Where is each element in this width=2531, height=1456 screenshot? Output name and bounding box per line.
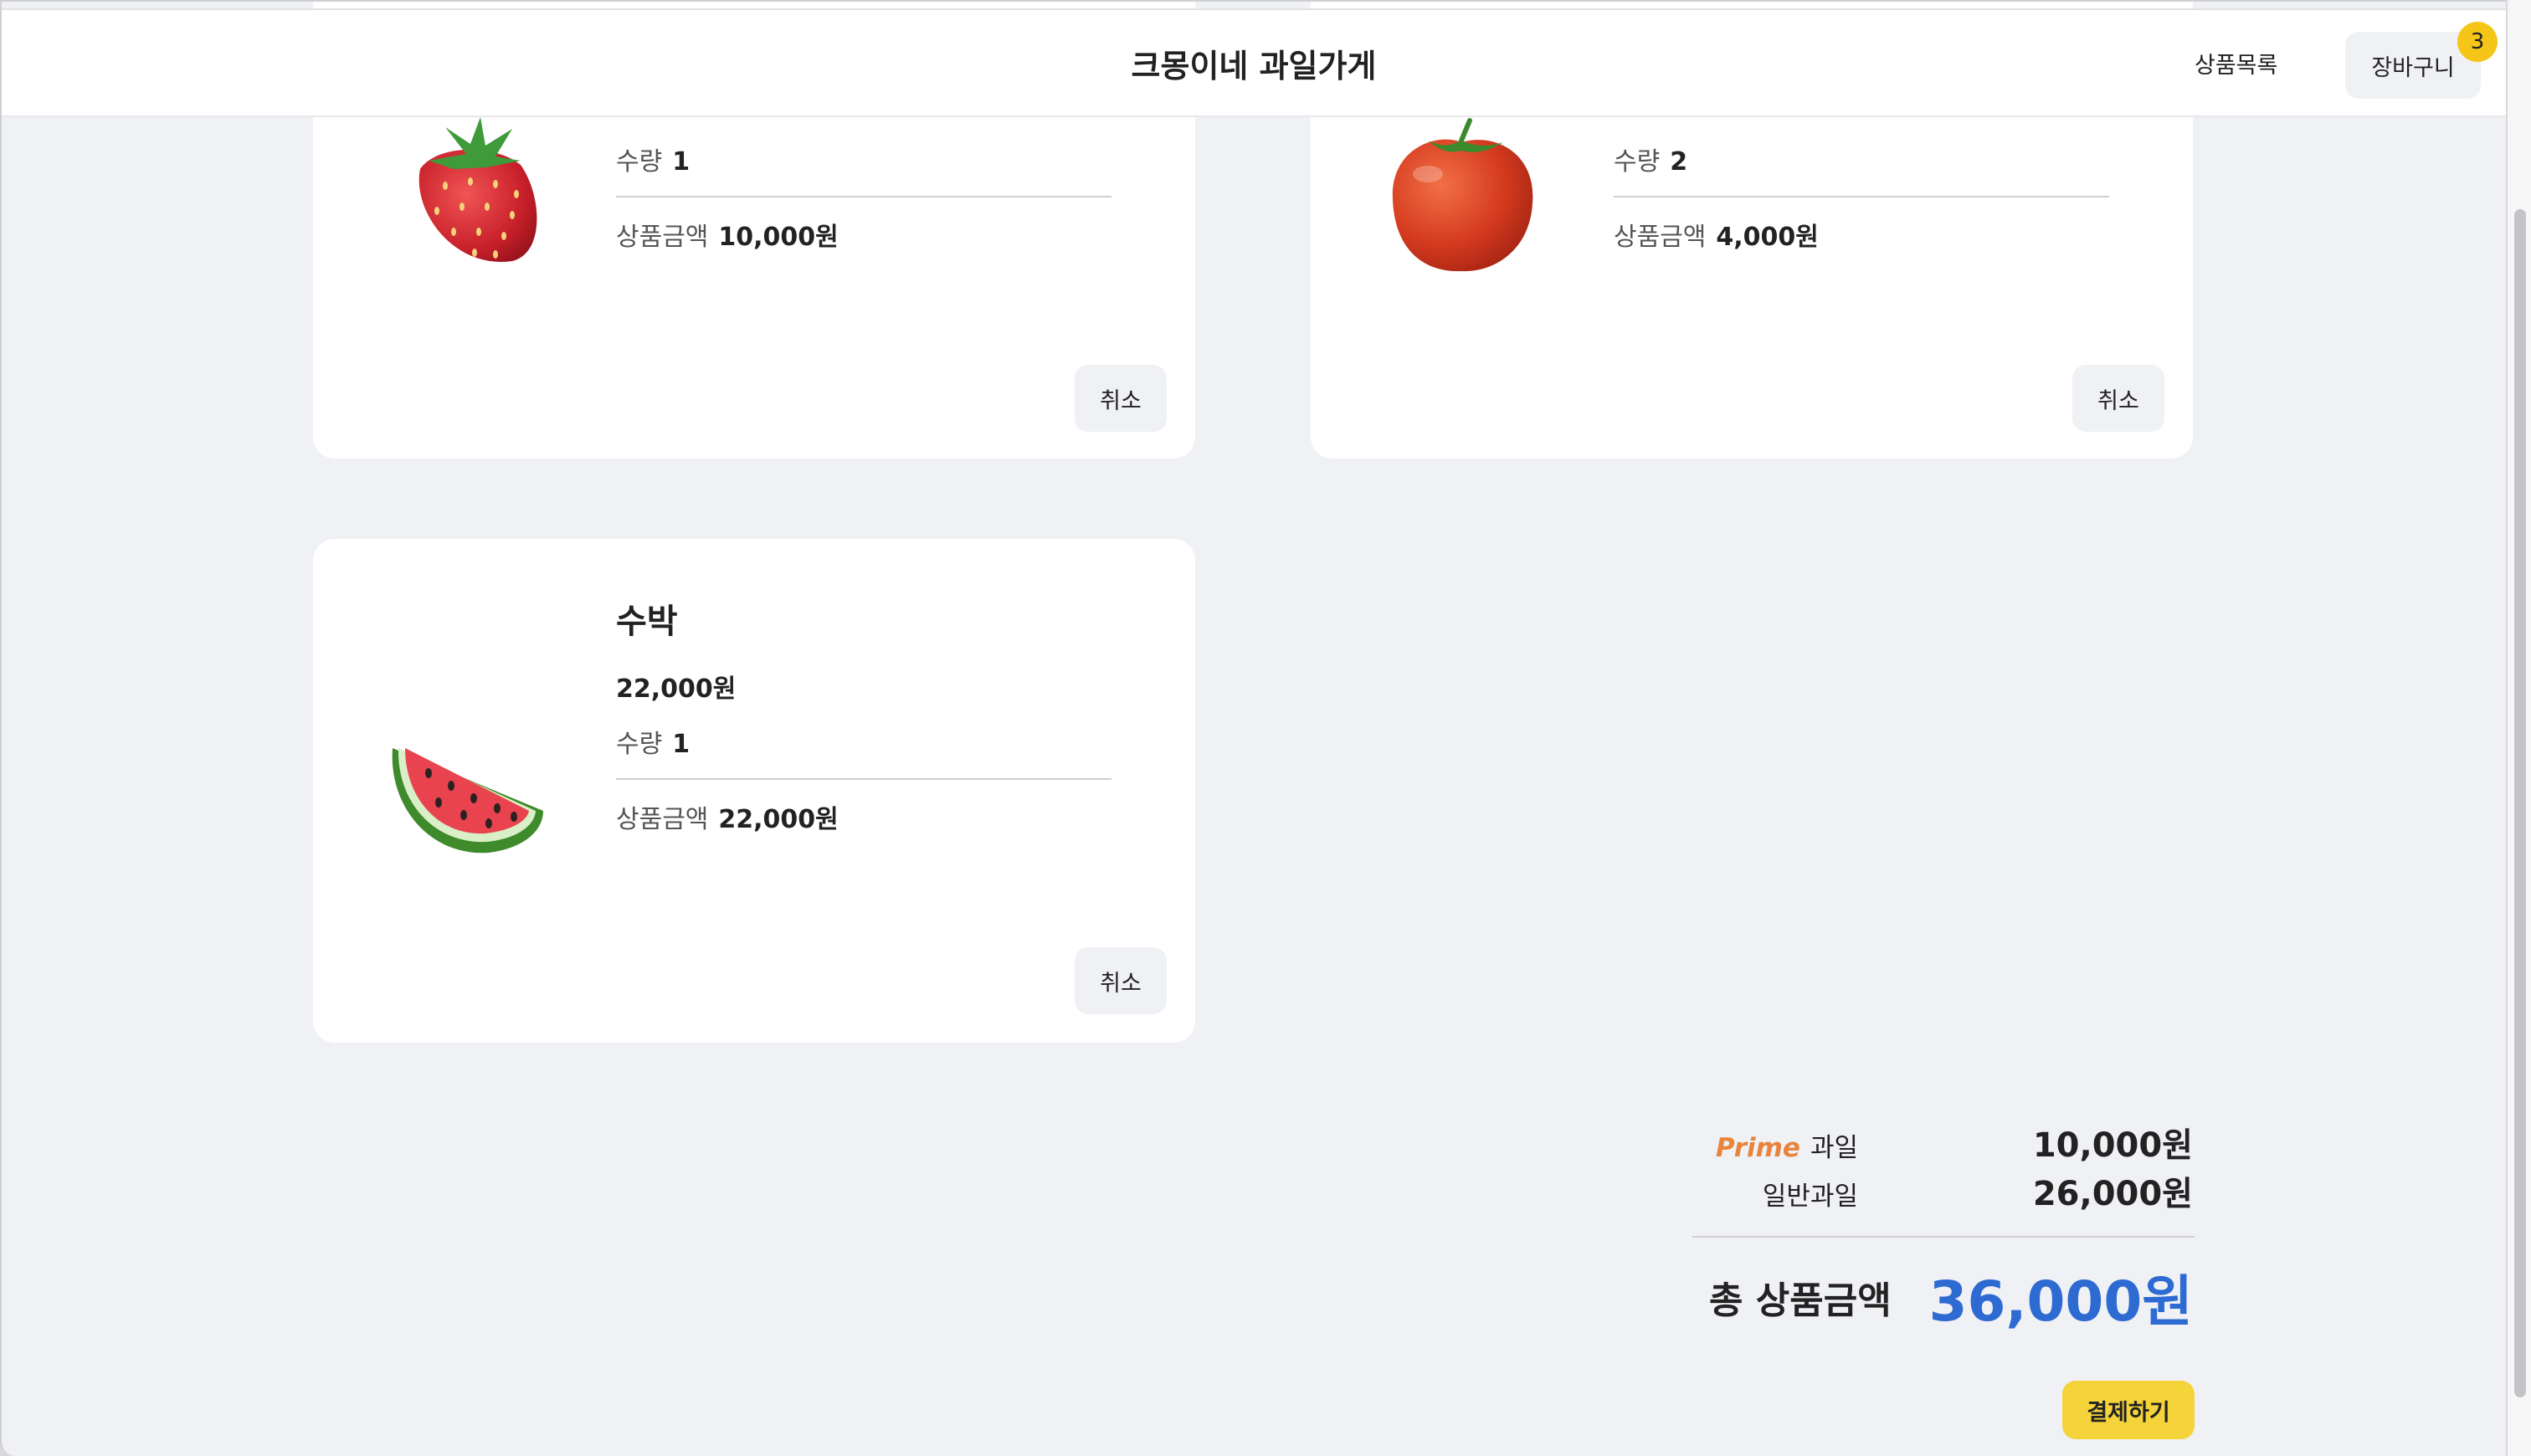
summary-divider — [1692, 1236, 2195, 1238]
strawberry-image — [418, 117, 537, 262]
watermelon-image — [392, 748, 543, 854]
cart-item-card: 수박 22,000원 수량 1 상품금액 22,000원 취소 — [313, 539, 1195, 1043]
cancel-button[interactable]: 취소 — [1075, 365, 1167, 432]
quantity-value: 1 — [672, 147, 691, 177]
grand-total-label: 총 상품금액 — [1709, 1279, 1892, 1322]
item-total-label: 상품금액 — [1614, 223, 1707, 252]
store-title: 크몽이네 과일가게 — [1131, 48, 1377, 85]
nav-product-list-link[interactable]: 상품목록 — [2195, 47, 2277, 79]
grand-total-value: 36,000원 — [1928, 1269, 2193, 1334]
quantity-value: 1 — [672, 730, 691, 759]
card-divider — [616, 778, 1111, 780]
quantity-label: 수량 — [616, 730, 663, 759]
app-header: 크몽이네 과일가게 상품목록 장바구니 3 — [2, 8, 2506, 117]
cart-count-badge: 3 — [2457, 22, 2498, 62]
quantity-row: 수량 1 — [616, 723, 690, 760]
card-divider — [1614, 196, 2109, 197]
quantity-label: 수량 — [616, 147, 663, 177]
quantity-value: 2 — [1670, 147, 1688, 177]
quantity-row: 수량 1 — [616, 141, 690, 177]
item-total-row: 상품금액 22,000원 — [616, 798, 839, 835]
page-viewport: 수량 1 상품금액 10,000원 취소 수량 2 상품금액 4,000원 취소… — [0, 0, 2506, 1456]
item-unit-price: 22,000원 — [616, 674, 737, 704]
item-total-label: 상품금액 — [616, 805, 709, 834]
item-total-row: 상품금액 4,000원 — [1614, 216, 1819, 253]
cancel-button[interactable]: 취소 — [1075, 947, 1167, 1014]
normal-fruit-label: 일반과일 — [1762, 1182, 1858, 1212]
item-total-value: 22,000원 — [718, 805, 839, 834]
prime-tag: Prime — [1715, 1133, 1800, 1163]
card-divider — [616, 196, 1111, 197]
normal-fruit-value: 26,000원 — [2032, 1175, 2193, 1213]
cancel-button[interactable]: 취소 — [2072, 365, 2164, 432]
quantity-row: 수량 2 — [1614, 141, 1687, 177]
tomato-image — [1392, 118, 1533, 272]
item-total-label: 상품금액 — [616, 223, 709, 252]
quantity-label: 수량 — [1614, 147, 1661, 177]
prime-fruit-value: 10,000원 — [2032, 1126, 2193, 1165]
item-name: 수박 — [616, 602, 678, 641]
item-total-value: 10,000원 — [718, 223, 839, 252]
prime-fruit-label: 과일 — [1810, 1133, 1858, 1163]
item-total-value: 4,000원 — [1716, 223, 1819, 252]
scrollbar-thumb[interactable] — [2514, 209, 2526, 1397]
prime-fruit-label-row: Prime 과일 — [1716, 1126, 1858, 1164]
checkout-button[interactable]: 결제하기 — [2062, 1381, 2195, 1439]
item-total-row: 상품금액 10,000원 — [616, 216, 839, 253]
